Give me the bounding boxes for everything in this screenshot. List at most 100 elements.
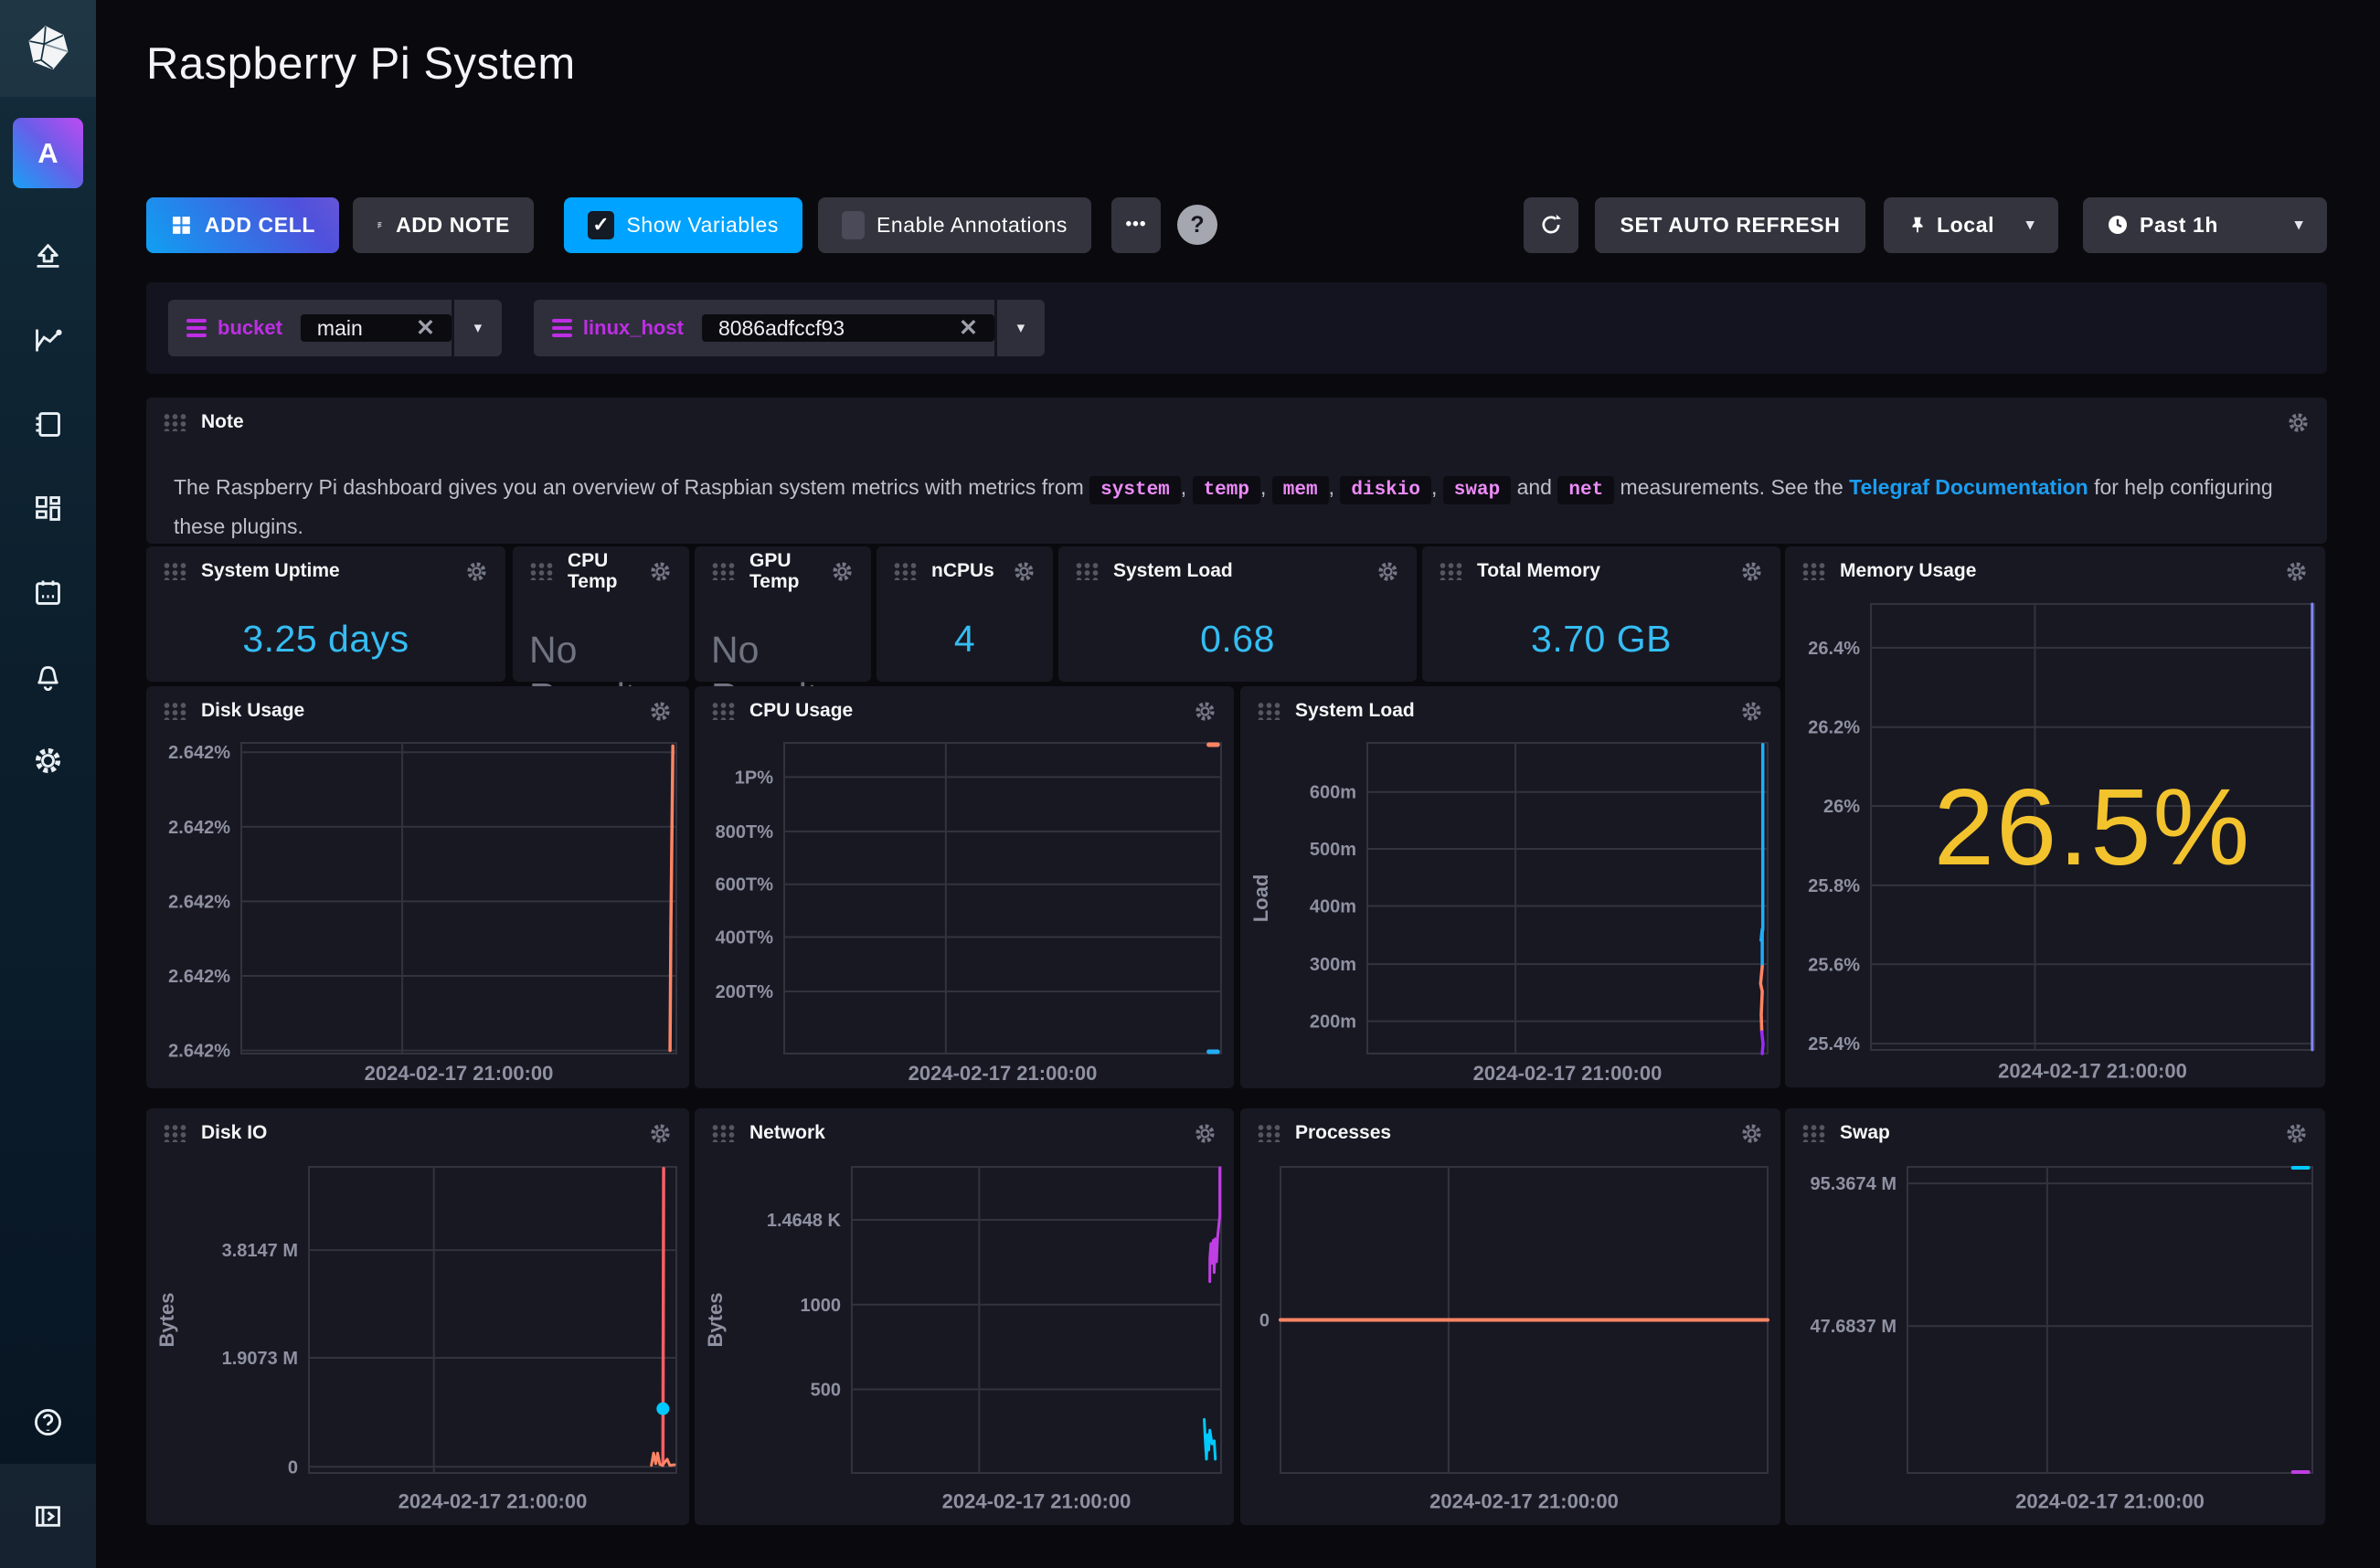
drag-handle-icon[interactable] bbox=[711, 1124, 737, 1142]
graph-icon bbox=[31, 323, 65, 357]
toolbar-right: SET AUTO REFRESH Local ▾ Past 1h bbox=[1524, 197, 2327, 253]
drag-handle-icon[interactable] bbox=[1257, 1124, 1282, 1142]
cell-gear-button[interactable] bbox=[1739, 699, 1764, 724]
add-cell-button[interactable]: ADD CELL bbox=[146, 197, 339, 253]
chart-canvas[interactable]: 95.3674 M47.6837 M2024-02-17 21:00:00 bbox=[1785, 1108, 2325, 1525]
chart-canvas[interactable]: 2.642%2.642%2.642%2.642%2.642%2024-02-17… bbox=[146, 686, 689, 1088]
cell-system-load: System Load600m500m400m300m200m2024-02-1… bbox=[1240, 686, 1780, 1088]
note-text-segment: measurements. See the bbox=[1614, 475, 1849, 499]
clear-icon[interactable]: ✕ bbox=[416, 314, 435, 342]
cell-header: CPU Temp bbox=[513, 546, 689, 596]
variable-value-box[interactable]: 8086adfccf93✕ bbox=[702, 314, 994, 342]
y-axis-label: Bytes bbox=[155, 1293, 178, 1348]
cell-title: Memory Usage bbox=[1840, 560, 1976, 581]
avatar[interactable]: A bbox=[13, 118, 83, 188]
drag-handle-icon[interactable] bbox=[163, 562, 188, 580]
enable-annotations-toggle[interactable]: Enable Annotations bbox=[818, 197, 1091, 253]
chart-canvas[interactable]: 3.8147 M1.9073 M02024-02-17 21:00:00Byte… bbox=[146, 1108, 689, 1525]
note-text-segment: , bbox=[1260, 475, 1272, 499]
cell-header: GPU Temp bbox=[695, 546, 871, 596]
set-auto-refresh-button[interactable]: SET AUTO REFRESH bbox=[1595, 197, 1865, 253]
drag-handle-icon[interactable] bbox=[163, 702, 188, 720]
add-note-button[interactable]: ADD NOTE bbox=[353, 197, 534, 253]
chart-canvas[interactable]: 600m500m400m300m200m2024-02-17 21:00:00L… bbox=[1240, 686, 1780, 1088]
drag-handle-icon[interactable] bbox=[1257, 702, 1282, 720]
gear-icon bbox=[31, 744, 65, 778]
y-tick-label: 200m bbox=[1310, 1012, 1356, 1033]
cell-gear-button[interactable] bbox=[2284, 559, 2309, 584]
telegraf-docs-link[interactable]: Telegraf Documentation bbox=[1849, 475, 2088, 499]
drag-handle-icon[interactable] bbox=[163, 413, 188, 431]
influxdb-logo[interactable] bbox=[0, 0, 96, 97]
refresh-button[interactable] bbox=[1524, 197, 1578, 253]
chart-canvas[interactable]: 1P%800T%600T%400T%200T%2024-02-17 21:00:… bbox=[695, 686, 1234, 1088]
plot-border bbox=[852, 1167, 1221, 1473]
chart-canvas[interactable]: 26.4%26.2%26%25.8%25.6%25.4%2024-02-17 2… bbox=[1785, 546, 2325, 1087]
drag-handle-icon[interactable] bbox=[711, 702, 737, 720]
sidebar-item-dashboards[interactable] bbox=[0, 466, 96, 550]
cell-title: Total Memory bbox=[1477, 560, 1600, 581]
sidebar-item-load-data[interactable] bbox=[0, 214, 96, 298]
drag-handle-icon[interactable] bbox=[893, 562, 919, 580]
cell-gear-button[interactable] bbox=[1012, 559, 1036, 584]
sidebar-item-expand[interactable] bbox=[0, 1464, 96, 1568]
cell-gear-button[interactable] bbox=[648, 559, 673, 584]
sidebar-item-help[interactable] bbox=[0, 1380, 96, 1464]
cell-gear-button[interactable] bbox=[648, 699, 673, 724]
more-options-button[interactable]: ••• bbox=[1111, 197, 1161, 253]
cell-gear-button[interactable] bbox=[1376, 559, 1400, 584]
variable-dropdown-button[interactable]: ▾ bbox=[454, 300, 502, 356]
drag-handle-icon[interactable] bbox=[163, 1124, 188, 1142]
cell-header: Processes bbox=[1240, 1108, 1780, 1158]
x-axis-label: 2024-02-17 21:00:00 bbox=[908, 1062, 1098, 1085]
cell-gear-button[interactable] bbox=[1739, 559, 1764, 584]
drag-handle-icon[interactable] bbox=[1801, 562, 1827, 580]
variable-dropdown-button[interactable]: ▾ bbox=[997, 300, 1045, 356]
plot-border bbox=[1907, 1167, 2312, 1473]
measurement-code: swap bbox=[1443, 476, 1511, 504]
cell-gear-button[interactable] bbox=[464, 559, 489, 584]
sidebar-item-settings[interactable] bbox=[0, 718, 96, 802]
drag-handle-icon[interactable] bbox=[529, 562, 555, 580]
cell-gear-button[interactable] bbox=[830, 559, 855, 584]
clear-icon[interactable]: ✕ bbox=[959, 314, 978, 342]
variable-drag-icon[interactable] bbox=[552, 319, 572, 337]
chart-canvas[interactable]: 1.4648 K10005002024-02-17 21:00:00Bytes bbox=[695, 1108, 1234, 1525]
measurement-code: diskio bbox=[1340, 476, 1431, 504]
influxdb-cubo-icon bbox=[24, 24, 73, 73]
chevron-down-icon: ▾ bbox=[1017, 319, 1025, 337]
timezone-dropdown[interactable]: Local ▾ bbox=[1884, 197, 2058, 253]
sidebar-item-notebooks[interactable] bbox=[0, 382, 96, 466]
show-variables-toggle[interactable]: ✓ Show Variables bbox=[564, 197, 802, 253]
x-axis-label: 2024-02-17 21:00:00 bbox=[942, 1490, 1132, 1513]
sidebar-item-alerts[interactable] bbox=[0, 634, 96, 718]
cell-gear-button[interactable] bbox=[2284, 1121, 2309, 1146]
cell-gear-button[interactable] bbox=[2286, 410, 2311, 435]
cell-gear-button[interactable] bbox=[1193, 1121, 1217, 1146]
cell-gear-button[interactable] bbox=[1739, 1121, 1764, 1146]
dashboard-toolbar: ADD CELL ADD NOTE ✓ Show Variables Enabl… bbox=[146, 196, 2327, 253]
y-tick-label: 1.4648 K bbox=[767, 1211, 842, 1231]
chevron-down-icon: ▾ bbox=[2295, 216, 2303, 234]
chart-canvas[interactable]: 02024-02-17 21:00:00 bbox=[1240, 1108, 1780, 1525]
plot-border bbox=[1367, 743, 1768, 1054]
drag-handle-icon[interactable] bbox=[711, 562, 737, 580]
page-title: Raspberry Pi System bbox=[146, 38, 576, 90]
measurement-code: mem bbox=[1272, 476, 1329, 504]
series-line bbox=[1761, 745, 1763, 967]
y-tick-label: 1000 bbox=[801, 1296, 842, 1316]
help-button[interactable]: ? bbox=[1177, 205, 1217, 245]
checkbox-checked-icon: ✓ bbox=[588, 211, 614, 239]
sidebar-item-tasks[interactable] bbox=[0, 550, 96, 634]
cell-gear-button[interactable] bbox=[648, 1121, 673, 1146]
variable-drag-icon[interactable] bbox=[186, 319, 207, 337]
note-text-segment: , bbox=[1181, 475, 1193, 499]
sidebar-item-data-explorer[interactable] bbox=[0, 298, 96, 382]
checkbox-unchecked-icon bbox=[842, 211, 865, 239]
variable-value-box[interactable]: main✕ bbox=[301, 314, 452, 342]
cell-gear-button[interactable] bbox=[1193, 699, 1217, 724]
drag-handle-icon[interactable] bbox=[1075, 562, 1100, 580]
drag-handle-icon[interactable] bbox=[1439, 562, 1464, 580]
time-range-dropdown[interactable]: Past 1h ▾ bbox=[2083, 197, 2327, 253]
drag-handle-icon[interactable] bbox=[1801, 1124, 1827, 1142]
